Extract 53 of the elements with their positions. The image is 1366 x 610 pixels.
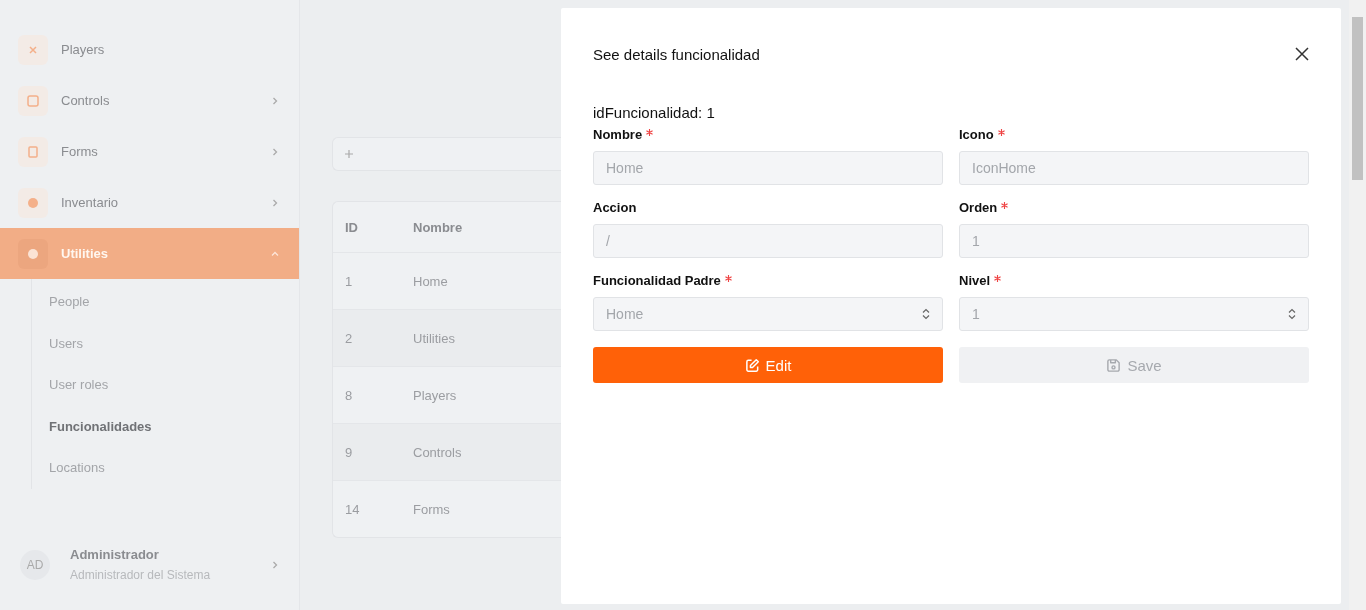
avatar: AD — [20, 549, 50, 580]
table-cell-text: 8 — [344, 387, 354, 403]
nav-item[interactable]: Inventario — [0, 177, 299, 228]
submenu-item[interactable]: Users — [32, 322, 299, 364]
input-field[interactable]: IconHome — [959, 151, 1309, 185]
submenu-item[interactable]: Locations — [32, 447, 299, 489]
table-cell: Home — [413, 273, 448, 289]
field-label: Icono — [959, 127, 994, 142]
nav-item[interactable]: Utilities — [0, 228, 299, 279]
search-field[interactable] — [332, 137, 561, 171]
nav-item[interactable]: Forms — [0, 126, 299, 177]
input-field[interactable]: 1 — [959, 224, 1309, 258]
table-cell-text: 1 — [344, 273, 354, 289]
save-icon — [1106, 357, 1122, 373]
id-text: idFuncionalidad: 1 — [593, 104, 716, 121]
circle-icon — [27, 247, 39, 260]
chevrons-icon — [1288, 308, 1296, 320]
nav-item[interactable]: Players — [0, 24, 299, 75]
close-icon[interactable] — [1295, 47, 1309, 61]
field-label: Funcionalidad Padre — [593, 273, 721, 288]
table-cell-text: 2 — [344, 330, 354, 346]
table-cell: Controls — [413, 444, 462, 460]
column-header: Nombre — [413, 219, 463, 235]
document-icon — [28, 145, 38, 158]
submenu-item[interactable]: Funcionalidades — [32, 405, 299, 447]
panel-title: See details funcionalidad — [593, 45, 760, 63]
user-name: Administrador — [70, 547, 160, 562]
nav-item[interactable]: Controls — [0, 75, 299, 126]
submenu-item[interactable]: People — [32, 281, 299, 323]
field-label: Accion — [593, 200, 637, 215]
close-icon — [28, 44, 38, 55]
input-field[interactable]: Home — [593, 151, 943, 185]
table-cell: Utilities — [413, 330, 455, 346]
square-icon — [27, 94, 39, 107]
table-cell: Players — [413, 387, 457, 403]
table-cell-text: 9 — [344, 444, 354, 460]
edit-button[interactable]: Edit — [593, 347, 943, 383]
circle-icon — [27, 196, 39, 209]
table-cell-text: 14 — [344, 501, 361, 517]
field-label: Orden — [959, 200, 998, 215]
plus-icon — [345, 150, 353, 158]
field-label: Nombre — [593, 127, 643, 142]
submenu-item[interactable]: User roles — [32, 364, 299, 406]
field-label: Nivel — [959, 273, 991, 288]
select-field[interactable]: Home — [593, 297, 943, 331]
scrollbar[interactable] — [1349, 0, 1366, 610]
select-field[interactable]: 1 — [959, 297, 1309, 331]
chevron-icon[interactable] — [271, 560, 279, 569]
table-cell: Forms — [413, 501, 450, 517]
column-header: ID — [344, 219, 359, 235]
edit-icon — [744, 357, 760, 373]
chevrons-icon — [922, 308, 930, 320]
input-field[interactable]: / — [593, 224, 943, 258]
